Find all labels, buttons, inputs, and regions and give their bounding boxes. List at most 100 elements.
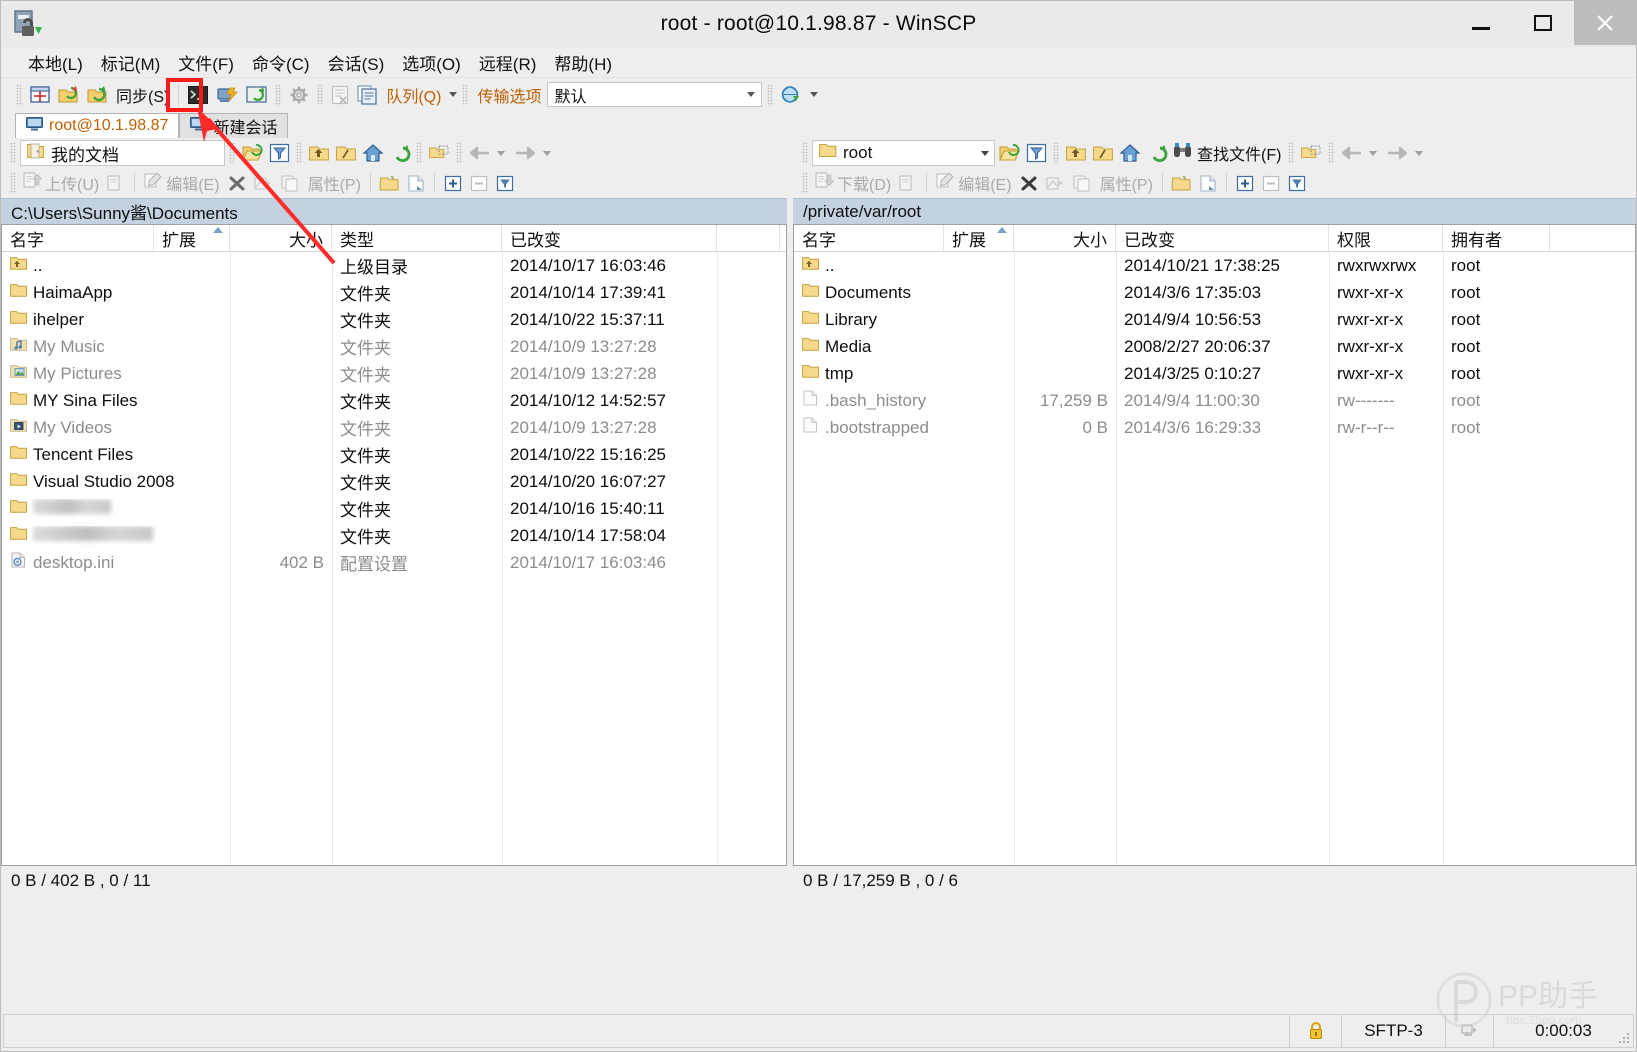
root-directory-icon[interactable]: [1090, 140, 1116, 166]
new-file-icon[interactable]: [1195, 171, 1221, 196]
home-directory-icon[interactable]: [360, 140, 386, 166]
remote-navbar-grip-2[interactable]: [1288, 142, 1294, 164]
minimize-button[interactable]: [1450, 1, 1512, 45]
tab-new-session[interactable]: 新建会话: [179, 113, 288, 138]
forward-dropdown-caret-icon[interactable]: [543, 151, 551, 156]
open-session-caret-icon[interactable]: [810, 92, 818, 97]
queue-button[interactable]: 队列(Q): [383, 82, 444, 108]
local-navbar-grip-4[interactable]: [456, 142, 462, 164]
table-row[interactable]: 文件夹2014/10/14 17:58:04: [2, 522, 786, 549]
open-directory-icon[interactable]: [239, 140, 266, 166]
download-button[interactable]: 下载(D): [811, 171, 895, 196]
parent-directory-icon[interactable]: [306, 140, 332, 166]
open-session-icon[interactable]: [778, 82, 805, 108]
new-directory-icon[interactable]: [376, 171, 403, 196]
queue-list-icon[interactable]: [354, 82, 381, 108]
window-resize-grip[interactable]: [1617, 1031, 1631, 1045]
toolbar-grip-4[interactable]: [462, 84, 468, 106]
synchronize-button[interactable]: 同步(S): [113, 82, 172, 108]
table-row[interactable]: ihelper文件夹2014/10/22 15:37:11: [2, 306, 786, 333]
maximize-button[interactable]: [1512, 1, 1574, 45]
column-divider[interactable]: [1116, 252, 1117, 865]
table-row[interactable]: .bash_history17,259 B2014/9/4 11:00:30rw…: [794, 387, 1635, 414]
delete-button[interactable]: [1016, 171, 1042, 196]
menu-remote[interactable]: 远程(R): [470, 47, 546, 78]
properties-button[interactable]: 属性(P): [1096, 171, 1157, 196]
local-filebar-grip[interactable]: [10, 172, 16, 194]
column-divider[interactable]: [332, 252, 333, 865]
keep-remote-directory-up-to-date-icon[interactable]: [213, 82, 241, 108]
column-header-owner[interactable]: 拥有者: [1443, 225, 1550, 251]
local-navbar-grip-2[interactable]: [296, 142, 302, 164]
back-icon[interactable]: [1338, 140, 1365, 166]
synchronize-browsing-icon[interactable]: [55, 82, 82, 108]
table-row[interactable]: Documents2014/3/6 17:35:03rwxr-xr-xroot: [794, 279, 1635, 306]
upload-options-icon[interactable]: [103, 171, 129, 196]
toolbar-grip-2[interactable]: [275, 84, 281, 106]
column-divider[interactable]: [1329, 252, 1330, 865]
local-pathbar-grip[interactable]: [10, 142, 16, 164]
lock-icon[interactable]: [1289, 1015, 1341, 1047]
preferences-gear-icon[interactable]: [286, 82, 312, 108]
remote-navbar-grip[interactable]: [1053, 142, 1059, 164]
filter-icon[interactable]: [267, 140, 292, 166]
edit-button[interactable]: 编辑(E): [932, 171, 1015, 196]
toolbar-grip-5[interactable]: [767, 84, 773, 106]
back-icon[interactable]: [466, 140, 493, 166]
download-options-icon[interactable]: [895, 171, 921, 196]
copy-button[interactable]: [1069, 171, 1096, 196]
console-icon[interactable]: [185, 82, 211, 108]
new-directory-icon[interactable]: [1168, 171, 1195, 196]
table-row[interactable]: ..上级目录2014/10/17 16:03:46: [2, 252, 786, 279]
menu-files[interactable]: 文件(F): [169, 47, 243, 78]
column-header-type[interactable]: 类型: [332, 225, 502, 251]
open-directory-icon[interactable]: [996, 140, 1023, 166]
invert-selection-icon[interactable]: [1284, 171, 1310, 196]
chevron-down-icon[interactable]: [747, 92, 755, 97]
select-all-icon[interactable]: [440, 171, 466, 196]
local-path-combo[interactable]: 我的文档: [20, 140, 225, 166]
menu-mark[interactable]: 标记(M): [92, 47, 169, 78]
column-header-name[interactable]: 名字: [2, 225, 154, 251]
delete-button[interactable]: [224, 171, 250, 196]
table-row[interactable]: Tencent Files文件夹2014/10/22 15:16:25: [2, 441, 786, 468]
root-directory-icon[interactable]: [333, 140, 359, 166]
back-dropdown-caret-icon[interactable]: [1369, 151, 1377, 156]
column-divider[interactable]: [502, 252, 503, 865]
toolbar-grip[interactable]: [16, 84, 22, 106]
column-header-size[interactable]: 大小: [1014, 225, 1116, 251]
column-header-changed[interactable]: 已改变: [502, 225, 717, 251]
column-divider[interactable]: [1443, 252, 1444, 865]
table-row[interactable]: 文件夹2014/10/16 15:40:11: [2, 495, 786, 522]
menu-commands[interactable]: 命令(C): [243, 47, 319, 78]
menu-help[interactable]: 帮助(H): [545, 47, 621, 78]
column-header-ext[interactable]: 扩展: [944, 225, 1014, 251]
remote-file-list[interactable]: 名字 扩展 大小 已改变 权限 拥有者 ..2014/10/21 17:38:2…: [793, 224, 1636, 866]
transfer-settings-combo[interactable]: 默认: [547, 82, 762, 107]
compare-directories-icon[interactable]: [27, 82, 53, 108]
add-bookmark-icon[interactable]: [1298, 140, 1324, 166]
home-directory-icon[interactable]: [1117, 140, 1143, 166]
table-row[interactable]: My Pictures文件夹2014/10/9 13:27:28: [2, 360, 786, 387]
chevron-down-icon[interactable]: [981, 151, 989, 156]
queue-dropdown-caret-icon[interactable]: [449, 92, 457, 97]
table-row[interactable]: ..2014/10/21 17:38:25rwxrwxrwxroot: [794, 252, 1635, 279]
table-row[interactable]: My Videos文件夹2014/10/9 13:27:28: [2, 414, 786, 441]
forward-dropdown-caret-icon[interactable]: [1415, 151, 1423, 156]
back-dropdown-caret-icon[interactable]: [497, 151, 505, 156]
forward-icon[interactable]: [1384, 140, 1411, 166]
move-button[interactable]: [1042, 171, 1069, 196]
edit-button[interactable]: 编辑(E): [140, 171, 223, 196]
refresh-sync-icon[interactable]: [84, 82, 111, 108]
parent-directory-icon[interactable]: [1063, 140, 1089, 166]
deselect-all-icon[interactable]: [1258, 171, 1284, 196]
table-row[interactable]: Visual Studio 2008文件夹2014/10/20 16:07:27: [2, 468, 786, 495]
table-row[interactable]: HaimaApp文件夹2014/10/14 17:39:41: [2, 279, 786, 306]
copy-button[interactable]: [277, 171, 304, 196]
table-row[interactable]: Library2014/9/4 10:56:53rwxr-xr-xroot: [794, 306, 1635, 333]
table-row[interactable]: desktop.ini402 B配置设置2014/10/17 16:03:46: [2, 549, 786, 576]
tab-session-root[interactable]: root@10.1.98.87: [15, 113, 179, 138]
synchronize-directories-icon[interactable]: [243, 82, 270, 108]
add-bookmark-icon[interactable]: [426, 140, 452, 166]
remote-navbar-grip-3[interactable]: [1328, 142, 1334, 164]
